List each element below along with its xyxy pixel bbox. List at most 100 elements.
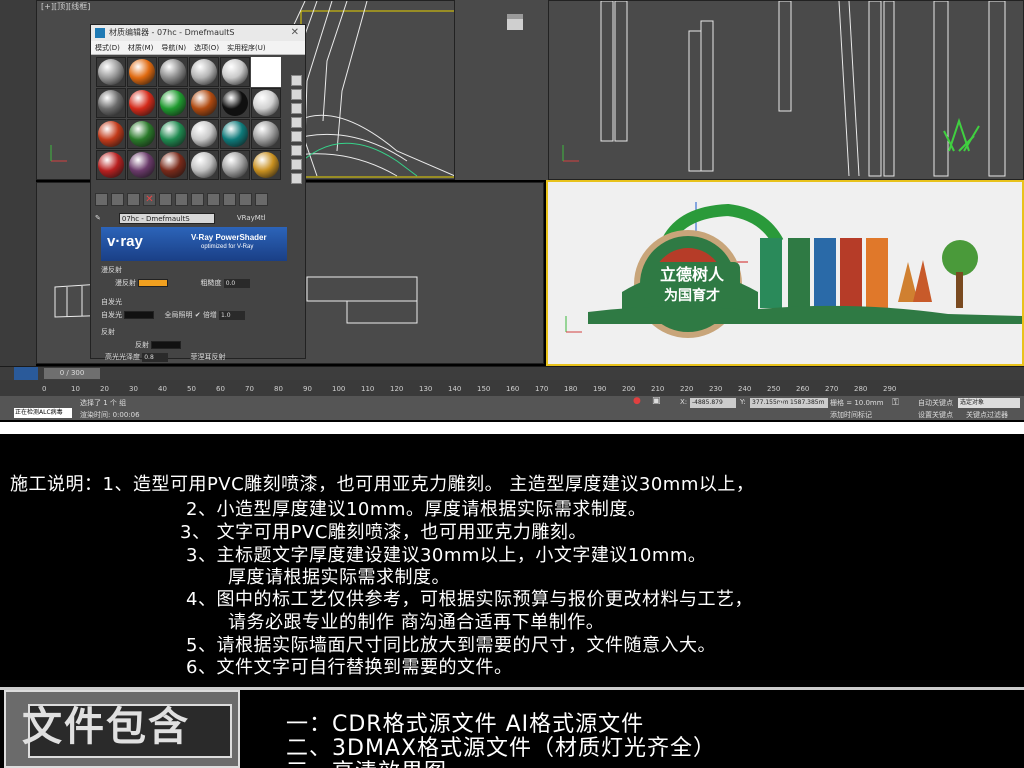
command-strip (0, 0, 36, 366)
material-sample-slot[interactable] (127, 119, 157, 149)
material-sphere (160, 152, 186, 178)
material-editor-window[interactable]: 材质编辑器 - 07hc - DmefmaultS ✕ 模式(D) 材质(M) … (90, 24, 306, 362)
show-end-result-icon[interactable] (223, 193, 236, 206)
frame-tick-label: 80 (274, 385, 283, 393)
background-icon[interactable] (291, 103, 302, 114)
material-sample-slot[interactable] (251, 150, 281, 180)
layout-icon[interactable] (14, 367, 38, 381)
key-icon[interactable]: ⚿ (892, 398, 899, 408)
file-item: 三、高清效果图 (286, 754, 447, 768)
select-by-material-icon[interactable] (291, 173, 302, 184)
reflect-swatch[interactable] (151, 341, 182, 349)
show-map-icon[interactable] (207, 193, 220, 206)
get-material-icon[interactable] (95, 193, 108, 206)
options-icon[interactable] (291, 159, 302, 170)
vray-title: V-Ray PowerShader (191, 233, 267, 242)
material-name-field[interactable]: 07hc - DmefmaultS (118, 212, 215, 224)
uv-tiling-icon[interactable] (291, 117, 302, 128)
material-sample-slot[interactable] (189, 88, 219, 118)
menu-navigation[interactable]: 导航(N) (161, 41, 186, 54)
diffuse-color-swatch[interactable] (138, 279, 169, 287)
material-sample-slot[interactable] (96, 88, 126, 118)
timeline[interactable]: 0 / 300 (0, 366, 1024, 381)
key-mode-dropdown[interactable]: 选定对象 (958, 398, 1020, 408)
roughness-field[interactable]: 0.0 (223, 278, 250, 288)
material-sample-slot[interactable] (251, 88, 281, 118)
gi-checkbox[interactable]: ✔ (195, 311, 201, 319)
go-to-parent-icon[interactable] (239, 193, 252, 206)
put-to-scene-icon[interactable] (111, 193, 124, 206)
material-sphere (191, 152, 217, 178)
eyedropper-icon[interactable]: ✎ (95, 214, 101, 222)
frame-tick-label: 60 (216, 385, 225, 393)
frame-tick-label: 170 (535, 385, 549, 393)
frame-tick-label: 190 (593, 385, 607, 393)
material-sample-slot[interactable] (251, 119, 281, 149)
menu-material[interactable]: 材质(M) (128, 41, 154, 54)
material-sphere (160, 121, 186, 147)
material-sample-slot[interactable] (220, 88, 250, 118)
maxscript-listener[interactable]: 正在检测ALC病毒 (14, 408, 72, 418)
add-time-tag[interactable]: 添加时间标记 (830, 410, 872, 420)
material-sample-slot[interactable] (158, 150, 188, 180)
reset-map-icon[interactable]: ✕ (143, 193, 156, 206)
material-sample-slot[interactable] (189, 57, 219, 87)
menu-utilities[interactable]: 实用程序(U) (227, 41, 266, 54)
viewport-top-right[interactable] (548, 0, 1024, 180)
multiplier-field[interactable]: 1.0 (219, 310, 246, 320)
material-sample-slot[interactable] (96, 119, 126, 149)
frame-tick-label: 0 (42, 385, 47, 393)
auto-key-button[interactable]: 自动关键点 (918, 398, 953, 408)
close-icon[interactable]: ✕ (291, 25, 299, 41)
menu-options[interactable]: 选项(O) (194, 41, 219, 54)
z-coordinate-field[interactable]: 1587.385m (788, 398, 828, 408)
material-sample-slot[interactable] (158, 88, 188, 118)
pin-icon[interactable]: ● (633, 396, 641, 406)
make-unique-icon[interactable] (159, 193, 172, 206)
material-sample-slot[interactable] (251, 57, 281, 87)
lock-icon[interactable]: ▣ (652, 396, 661, 406)
make-preview-icon[interactable] (291, 145, 302, 156)
menu-modes[interactable]: 模式(D) (95, 41, 120, 54)
assign-material-icon[interactable] (127, 193, 140, 206)
viewport-perspective-render[interactable]: 立德树人 为国育才 (546, 180, 1024, 366)
material-type-button[interactable]: VRayMtl (237, 214, 266, 222)
material-sphere (222, 59, 248, 85)
go-forward-icon[interactable] (255, 193, 268, 206)
backlight-icon[interactable] (291, 89, 302, 100)
material-sample-slot[interactable] (220, 57, 250, 87)
material-sample-slot[interactable] (127, 88, 157, 118)
material-sample-slot[interactable] (158, 119, 188, 149)
material-sample-slot[interactable] (158, 57, 188, 87)
material-sample-slot[interactable] (189, 150, 219, 180)
material-sample-slot[interactable] (96, 150, 126, 180)
self-illum-label: 自发光 (101, 311, 122, 319)
material-sample-slot[interactable] (220, 150, 250, 180)
app-icon (95, 28, 105, 38)
material-sample-slot[interactable] (96, 57, 126, 87)
gloss-field[interactable]: 0.8 (142, 352, 169, 362)
material-sample-slot[interactable] (189, 119, 219, 149)
x-coordinate-field[interactable]: -4885.879 (690, 398, 736, 408)
material-sample-slot[interactable] (127, 57, 157, 87)
note-line: 施工说明：1、造型可用PVC雕刻喷漆，也可用亚克力雕刻。 主造型厚度建议30mm… (10, 474, 755, 495)
self-illum-swatch[interactable] (124, 311, 155, 319)
viewport-label[interactable]: [+][顶][线框] (41, 1, 90, 12)
material-id-icon[interactable] (191, 193, 204, 206)
z-label: Z: (778, 398, 786, 406)
y-coordinate-field[interactable]: 377.155mm (750, 398, 792, 408)
set-key-button[interactable]: 设置关键点 (918, 410, 953, 420)
key-filter-button[interactable]: 关键点过滤器 (966, 410, 1008, 420)
sample-type-icon[interactable] (291, 75, 302, 86)
frame-ruler[interactable]: 0 10 20 30 40 50 60 70 80 90 100 110 120 130 140 150 160… (0, 380, 1024, 396)
put-to-library-icon[interactable] (175, 193, 188, 206)
video-color-icon[interactable] (291, 131, 302, 142)
frame-tick-label: 20 (100, 385, 109, 393)
material-sphere (129, 152, 155, 178)
material-editor-titlebar[interactable]: 材质编辑器 - 07hc - DmefmaultS ✕ (91, 25, 305, 41)
material-sample-slot[interactable] (220, 119, 250, 149)
material-sphere (129, 121, 155, 147)
time-slider[interactable]: 0 / 300 (44, 368, 100, 379)
material-sample-slot[interactable] (127, 150, 157, 180)
reflect-group: 反射 反射 高光光泽度 0.8 菲涅耳反射 (101, 327, 291, 362)
